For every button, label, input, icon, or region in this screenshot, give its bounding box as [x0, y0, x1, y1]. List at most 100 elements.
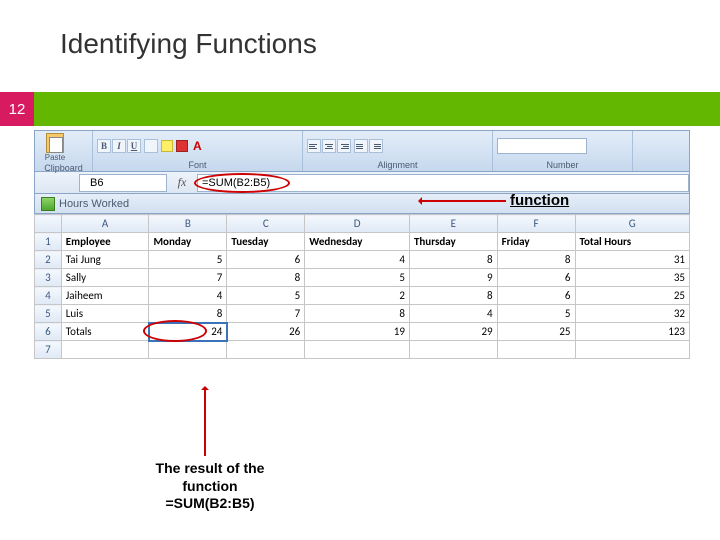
- spreadsheet-grid[interactable]: A B C D E F G 1 Employee Monday Tuesday …: [34, 214, 690, 359]
- formula-input[interactable]: =SUM(B2:B5): [197, 174, 689, 192]
- cell[interactable]: 5: [497, 305, 575, 323]
- increase-indent-button[interactable]: [369, 139, 383, 153]
- fill-color-button[interactable]: [161, 140, 173, 152]
- col-header[interactable]: D: [305, 215, 410, 233]
- callout-line: function: [130, 478, 290, 496]
- cell[interactable]: Sally: [61, 269, 149, 287]
- number-format-dropdown[interactable]: [497, 138, 587, 154]
- group-label-alignment: Alignment: [307, 159, 488, 170]
- cell[interactable]: 8: [409, 287, 497, 305]
- col-header[interactable]: C: [227, 215, 305, 233]
- cell[interactable]: [305, 341, 410, 359]
- cell[interactable]: 26: [227, 323, 305, 341]
- cell[interactable]: 5: [227, 287, 305, 305]
- table-row: 2 Tai Jung 5 6 4 8 8 31: [35, 251, 690, 269]
- cell[interactable]: [61, 341, 149, 359]
- page-number-badge: 12: [0, 92, 34, 126]
- table-row: 6 Totals 24 26 19 29 25 123: [35, 323, 690, 341]
- workbook-titlebar: Hours Worked: [34, 194, 690, 214]
- col-header[interactable]: B: [149, 215, 227, 233]
- col-header[interactable]: G: [575, 215, 690, 233]
- cell[interactable]: 8: [409, 251, 497, 269]
- cell[interactable]: [575, 341, 690, 359]
- bold-button[interactable]: B: [97, 139, 111, 153]
- cell[interactable]: Employee: [61, 233, 149, 251]
- cell[interactable]: Monday: [149, 233, 227, 251]
- align-left-button[interactable]: [307, 139, 321, 153]
- cell[interactable]: Tai Jung: [61, 251, 149, 269]
- fx-icon[interactable]: fx: [167, 175, 197, 190]
- cell[interactable]: 25: [497, 323, 575, 341]
- formula-text: =SUM(B2:B5): [202, 177, 270, 189]
- cell[interactable]: 35: [575, 269, 690, 287]
- cell[interactable]: Tuesday: [227, 233, 305, 251]
- slide-title: Identifying Functions: [0, 0, 720, 60]
- cell[interactable]: 8: [305, 305, 410, 323]
- cell[interactable]: Friday: [497, 233, 575, 251]
- cell[interactable]: 6: [227, 251, 305, 269]
- row-header[interactable]: 1: [35, 233, 62, 251]
- align-center-button[interactable]: [322, 139, 336, 153]
- cell[interactable]: 8: [149, 305, 227, 323]
- cell[interactable]: 19: [305, 323, 410, 341]
- cell[interactable]: 123: [575, 323, 690, 341]
- cell[interactable]: 31: [575, 251, 690, 269]
- row-header[interactable]: 5: [35, 305, 62, 323]
- cell-selected[interactable]: 24: [149, 323, 227, 341]
- cell[interactable]: Total Hours: [575, 233, 690, 251]
- row-header[interactable]: 6: [35, 323, 62, 341]
- cell[interactable]: 4: [305, 251, 410, 269]
- cell[interactable]: [227, 341, 305, 359]
- cell[interactable]: [149, 341, 227, 359]
- cell[interactable]: Thursday: [409, 233, 497, 251]
- row-header[interactable]: 2: [35, 251, 62, 269]
- excel-icon: [41, 197, 55, 211]
- cell[interactable]: Wednesday: [305, 233, 410, 251]
- ribbon: Paste Clipboard B I U A Font: [34, 130, 690, 172]
- border-button[interactable]: [144, 139, 158, 153]
- cell[interactable]: 6: [497, 287, 575, 305]
- ribbon-group-alignment: Alignment: [303, 131, 493, 171]
- cell[interactable]: 32: [575, 305, 690, 323]
- paste-button[interactable]: Paste: [39, 133, 71, 162]
- name-box[interactable]: B6: [79, 174, 167, 192]
- cell[interactable]: 8: [497, 251, 575, 269]
- paste-label: Paste: [45, 153, 65, 162]
- cell[interactable]: 5: [305, 269, 410, 287]
- table-row: 1 Employee Monday Tuesday Wednesday Thur…: [35, 233, 690, 251]
- align-right-button[interactable]: [337, 139, 351, 153]
- cell[interactable]: 4: [149, 287, 227, 305]
- row-header[interactable]: 7: [35, 341, 62, 359]
- col-header[interactable]: F: [497, 215, 575, 233]
- cell[interactable]: [497, 341, 575, 359]
- callout-function-label: function: [510, 192, 569, 209]
- row-header[interactable]: 4: [35, 287, 62, 305]
- cell[interactable]: 5: [149, 251, 227, 269]
- underline-button[interactable]: U: [127, 139, 141, 153]
- cell[interactable]: 25: [575, 287, 690, 305]
- italic-button[interactable]: I: [112, 139, 126, 153]
- cell[interactable]: 7: [227, 305, 305, 323]
- row-header[interactable]: 3: [35, 269, 62, 287]
- font-color-button[interactable]: [176, 140, 188, 152]
- cell[interactable]: 4: [409, 305, 497, 323]
- decrease-indent-button[interactable]: [354, 139, 368, 153]
- accent-bar: [0, 92, 720, 126]
- cell[interactable]: Jaiheem: [61, 287, 149, 305]
- col-header[interactable]: E: [409, 215, 497, 233]
- cell[interactable]: 9: [409, 269, 497, 287]
- workbook-title: Hours Worked: [59, 198, 129, 210]
- annotation-oval-cell: [143, 320, 207, 342]
- cell[interactable]: 2: [305, 287, 410, 305]
- cell[interactable]: 29: [409, 323, 497, 341]
- cell[interactable]: 8: [227, 269, 305, 287]
- cell[interactable]: [409, 341, 497, 359]
- cell[interactable]: Luis: [61, 305, 149, 323]
- cell[interactable]: 7: [149, 269, 227, 287]
- group-label-font: Font: [97, 159, 298, 170]
- select-all-corner[interactable]: [35, 215, 62, 233]
- formula-bar: B6 fx =SUM(B2:B5): [34, 172, 690, 194]
- cell[interactable]: 6: [497, 269, 575, 287]
- cell[interactable]: Totals: [61, 323, 149, 341]
- col-header[interactable]: A: [61, 215, 149, 233]
